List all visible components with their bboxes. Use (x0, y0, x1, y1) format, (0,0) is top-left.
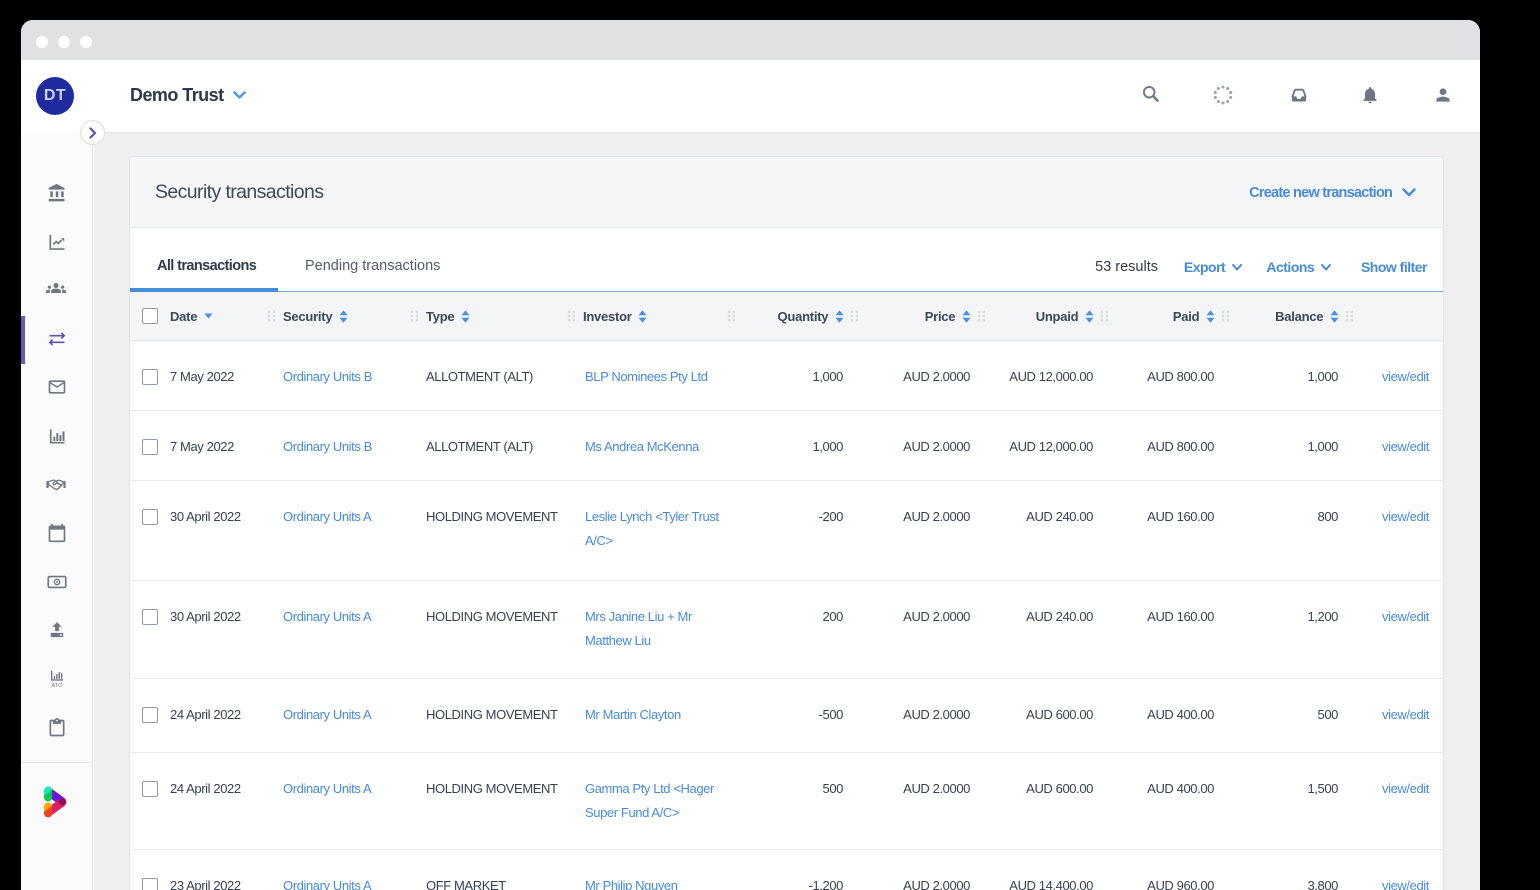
svg-text:ATO: ATO (51, 683, 63, 688)
